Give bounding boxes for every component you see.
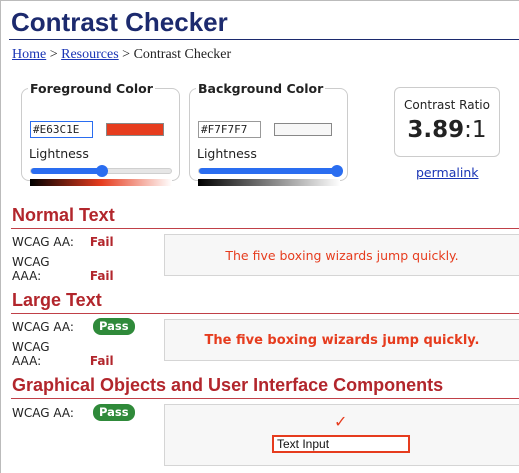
foreground-color-group: Foreground Color Lightness [21, 81, 180, 186]
background-lightness-gradient [198, 179, 340, 186]
normal-text-aa-row: WCAG AA: Fail [12, 235, 114, 249]
contrast-ratio-number: 3.89 [407, 117, 465, 143]
large-text-sample: The five boxing wizards jump quickly. [164, 319, 519, 361]
normal-text-sample: The five boxing wizards jump quickly. [164, 234, 519, 276]
normal-text-aa-result: Fail [89, 235, 114, 249]
contrast-ratio-label: Contrast Ratio [404, 98, 490, 112]
large-text-heading: Large Text [12, 290, 102, 310]
background-color-legend: Background Color [198, 81, 324, 96]
title-divider [9, 39, 519, 40]
foreground-lightness-slider[interactable] [30, 165, 172, 177]
breadcrumb-separator: > [46, 47, 62, 62]
large-text-aaa-row: WCAG AAA: Fail [12, 340, 114, 368]
normal-text-aaa-row: WCAG AAA: Fail [12, 255, 114, 283]
background-slider-fill [199, 168, 337, 174]
breadcrumb-home-link[interactable]: Home [12, 47, 46, 62]
wcag-aaa-label: WCAG AAA: [12, 340, 50, 368]
foreground-color-picker[interactable] [106, 123, 164, 136]
normal-text-heading: Normal Text [12, 205, 115, 225]
breadcrumb: Home > Resources > Contrast Checker [12, 47, 231, 63]
graphics-aa-row: WCAG AA: [12, 406, 80, 420]
wcag-aaa-label: WCAG AAA: [12, 255, 50, 283]
normal-text-divider [11, 228, 519, 229]
contrast-ratio-value: 3.89:1 [395, 117, 499, 143]
large-text-aaa-result: Fail [89, 354, 114, 368]
large-text-aa-row: WCAG AA: [12, 320, 80, 334]
wcag-aa-label: WCAG AA: [12, 320, 74, 334]
large-text-aa-pass-badge: Pass [93, 318, 135, 335]
foreground-slider-fill [31, 168, 102, 174]
contrast-ratio-box: Contrast Ratio 3.89:1 [394, 87, 500, 157]
graphics-divider [11, 398, 519, 399]
foreground-color-legend: Foreground Color [30, 81, 153, 96]
breadcrumb-separator: > [118, 47, 134, 62]
background-lightness-label: Lightness [197, 146, 257, 161]
contrast-checker-page: Contrast Checker Home > Resources > Cont… [0, 0, 519, 473]
wcag-aa-label: WCAG AA: [12, 235, 74, 249]
normal-text-aaa-result: Fail [89, 269, 114, 283]
background-color-group: Background Color Lightness [189, 81, 348, 186]
breadcrumb-resources-link[interactable]: Resources [61, 47, 119, 62]
background-lightness-slider[interactable] [198, 165, 343, 177]
foreground-lightness-label: Lightness [29, 146, 89, 161]
graphics-aa-pass-badge: Pass [93, 404, 135, 421]
breadcrumb-current: Contrast Checker [133, 47, 232, 62]
contrast-ratio-suffix: :1 [464, 117, 487, 143]
wcag-aa-label: WCAG AA: [12, 406, 74, 420]
checkmark-icon: ✓ [334, 412, 348, 431]
permalink-link[interactable]: permalink [416, 165, 479, 180]
page-title: Contrast Checker [11, 7, 228, 37]
graphics-heading: Graphical Objects and User Interface Com… [12, 375, 444, 395]
sample-text-input[interactable] [272, 435, 410, 453]
background-hex-input[interactable] [198, 121, 261, 138]
background-color-picker[interactable] [274, 123, 332, 136]
foreground-hex-input[interactable] [30, 121, 93, 138]
background-slider-thumb[interactable] [331, 165, 343, 177]
large-text-divider [11, 313, 519, 314]
foreground-lightness-gradient [30, 179, 172, 186]
foreground-slider-thumb[interactable] [96, 165, 108, 177]
